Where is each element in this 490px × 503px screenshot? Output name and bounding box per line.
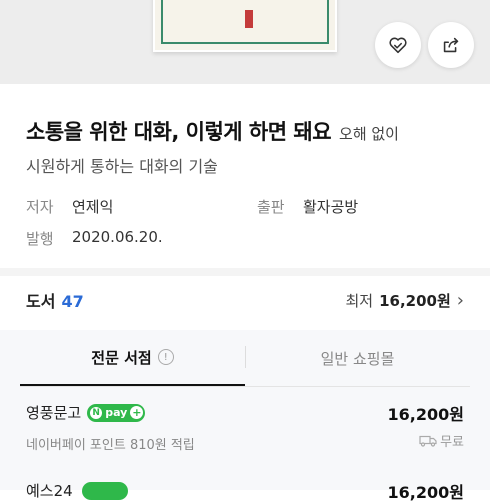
- lowest-price-link[interactable]: 최저 16,200원 ›: [346, 290, 465, 311]
- title-row: 소통을 위한 대화, 이렇게 하면 돼요 오해 없이: [26, 116, 480, 146]
- book-title-suffix: 오해 없이: [339, 125, 399, 143]
- info-icon[interactable]: !: [157, 349, 174, 365]
- book-hero: [0, 0, 490, 84]
- offer-points: 네이버페이 포인트 810원 적립: [26, 438, 195, 453]
- plus-icon: +: [130, 406, 144, 419]
- section-title-group: 도서 47: [26, 288, 84, 312]
- npay-badge: Npay +: [87, 403, 146, 422]
- published-value: 2020.06.20.: [72, 228, 163, 246]
- book-seal: [245, 10, 253, 28]
- author-value[interactable]: 연제익: [72, 196, 113, 217]
- offer-store-name-2[interactable]: 예스24: [26, 480, 73, 501]
- tab-specialty-label: 전문 서점: [91, 348, 152, 367]
- wishlist-button[interactable]: [375, 22, 421, 68]
- npay-n-icon: N: [90, 406, 103, 419]
- share-icon: [443, 37, 459, 53]
- shipping-label: 무료: [440, 435, 464, 450]
- npay-badge-2: [82, 482, 128, 500]
- store-tabs: 전문 서점 ! 일반 쇼핑몰: [0, 330, 490, 387]
- truck-icon: [419, 435, 437, 447]
- section-title: 도서: [26, 292, 56, 311]
- offer-shipping: 무료: [419, 431, 464, 450]
- tab-general-label: 일반 쇼핑몰: [320, 349, 395, 368]
- tab-specialty-bookstores[interactable]: 전문 서점 !: [20, 330, 245, 386]
- offer-store-row[interactable]: 영풍문고 Npay +: [26, 402, 146, 423]
- tab-general-shopping[interactable]: 일반 쇼핑몰: [245, 330, 470, 386]
- share-button[interactable]: [428, 22, 474, 68]
- offer-store-name: 영풍문고: [26, 404, 82, 422]
- offer-price-2[interactable]: 16,200원: [388, 479, 464, 503]
- tabs-underline: [20, 386, 470, 387]
- lowest-price-value: 16,200원: [379, 291, 451, 310]
- author-label: 저자: [26, 198, 54, 216]
- book-cover-image[interactable]: [153, 0, 337, 52]
- published-label: 발행: [26, 230, 54, 248]
- section-divider: [0, 268, 490, 276]
- book-title: 소통을 위한 대화, 이렇게 하면 돼요: [26, 120, 332, 144]
- chevron-right-icon: ›: [456, 289, 464, 311]
- heart-check-icon: [389, 37, 407, 54]
- lowest-price-label: 최저: [345, 291, 374, 310]
- offer-price[interactable]: 16,200원: [388, 401, 464, 425]
- book-subtitle: 시원하게 통하는 대화의 기술: [26, 157, 218, 176]
- book-cover-border: [161, 0, 329, 44]
- book-section-header: 도서 47 최저 16,200원 ›: [26, 288, 464, 312]
- publisher-label: 출판: [257, 198, 285, 216]
- npay-label: pay: [105, 406, 128, 419]
- publisher-value[interactable]: 활자공방: [303, 196, 358, 217]
- section-count: 47: [61, 292, 84, 311]
